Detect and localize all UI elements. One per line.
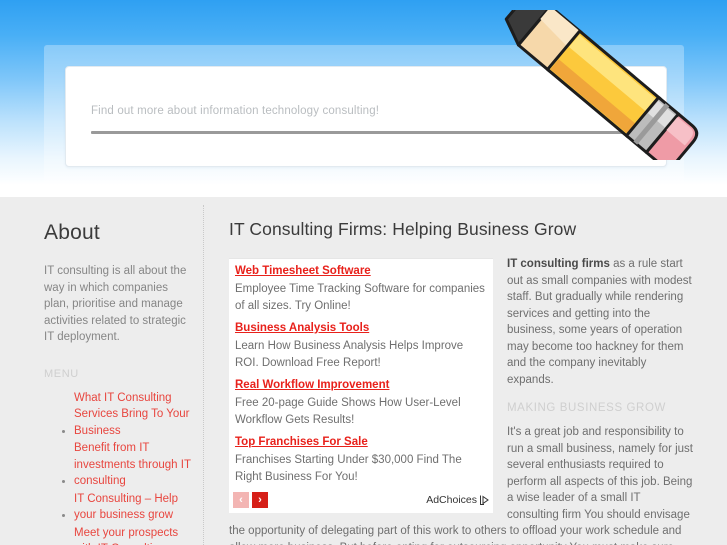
ad-title-4[interactable]: Top Franchises For Sale xyxy=(235,435,487,450)
sidebar: About IT consulting is all about the way… xyxy=(44,221,196,545)
ad-desc-4: Franchises Starting Under $30,000 Find T… xyxy=(235,454,462,483)
sidebar-divider xyxy=(203,205,204,545)
page-title: IT Consulting Firms: Helping Business Gr… xyxy=(229,219,577,239)
site-banner: Find out more about information technolo… xyxy=(0,0,727,197)
ad-pagination: ‹ › xyxy=(233,492,268,508)
sidebar-menu-link-4[interactable]: Meet your prospects with IT Consulting S… xyxy=(74,525,196,545)
about-title: About xyxy=(44,221,100,244)
ad-title-3[interactable]: Real Workflow Improvement xyxy=(235,378,487,393)
ad-desc-1: Employee Time Tracking Software for comp… xyxy=(235,283,485,312)
sidebar-menu: What IT Consulting Services Bring To You… xyxy=(44,390,196,545)
ad-next-button[interactable]: › xyxy=(252,492,268,508)
ad-block: Web Timesheet Software Employee Time Tra… xyxy=(229,258,493,513)
article: Web Timesheet Software Employee Time Tra… xyxy=(229,256,693,545)
adchoices-label: AdChoices xyxy=(426,494,477,506)
search-card[interactable]: Find out more about information technolo… xyxy=(65,66,667,167)
menu-label: MENU xyxy=(44,367,79,380)
list-item[interactable]: IT Consulting – Help your business grow xyxy=(74,491,196,524)
ad-title-1[interactable]: Web Timesheet Software xyxy=(235,264,487,279)
ad-item[interactable]: Real Workflow Improvement Free 20-page G… xyxy=(229,377,493,434)
ad-footer: ‹ › AdChoices xyxy=(229,491,493,513)
adchoices-link[interactable]: AdChoices xyxy=(426,494,489,506)
about-text: IT consulting is all about the way in wh… xyxy=(44,265,187,343)
adchoices-icon xyxy=(480,495,489,505)
sidebar-menu-link-3[interactable]: IT Consulting – Help your business grow xyxy=(74,491,196,524)
ad-item[interactable]: Business Analysis Tools Learn How Busine… xyxy=(229,320,493,377)
search-rule xyxy=(91,131,644,134)
article-intro-rest: as a rule start out as small companies w… xyxy=(507,258,692,386)
sidebar-menu-link-1[interactable]: What IT Consulting Services Bring To You… xyxy=(74,390,196,440)
ad-title-2[interactable]: Business Analysis Tools xyxy=(235,321,487,336)
content-area: About IT consulting is all about the way… xyxy=(0,197,727,545)
ad-item[interactable]: Top Franchises For Sale Franchises Start… xyxy=(229,434,493,491)
sidebar-menu-link-2[interactable]: Benefit from IT investments through IT c… xyxy=(74,440,196,490)
ad-desc-3: Free 20-page Guide Shows How User-Level … xyxy=(235,397,461,426)
main-content: IT Consulting Firms: Helping Business Gr… xyxy=(229,219,693,545)
article-intro-bold: IT consulting firms xyxy=(507,258,610,270)
ad-item[interactable]: Web Timesheet Software Employee Time Tra… xyxy=(229,263,493,320)
list-item[interactable]: Benefit from IT investments through IT c… xyxy=(74,440,196,490)
ad-desc-2: Learn How Business Analysis Helps Improv… xyxy=(235,340,464,369)
search-tagline: Find out more about information technolo… xyxy=(91,105,380,117)
ad-prev-button[interactable]: ‹ xyxy=(233,492,249,508)
list-item[interactable]: Meet your prospects with IT Consulting S… xyxy=(74,525,196,545)
list-item[interactable]: What IT Consulting Services Bring To You… xyxy=(74,390,196,440)
page-root: Find out more about information technolo… xyxy=(0,0,727,545)
